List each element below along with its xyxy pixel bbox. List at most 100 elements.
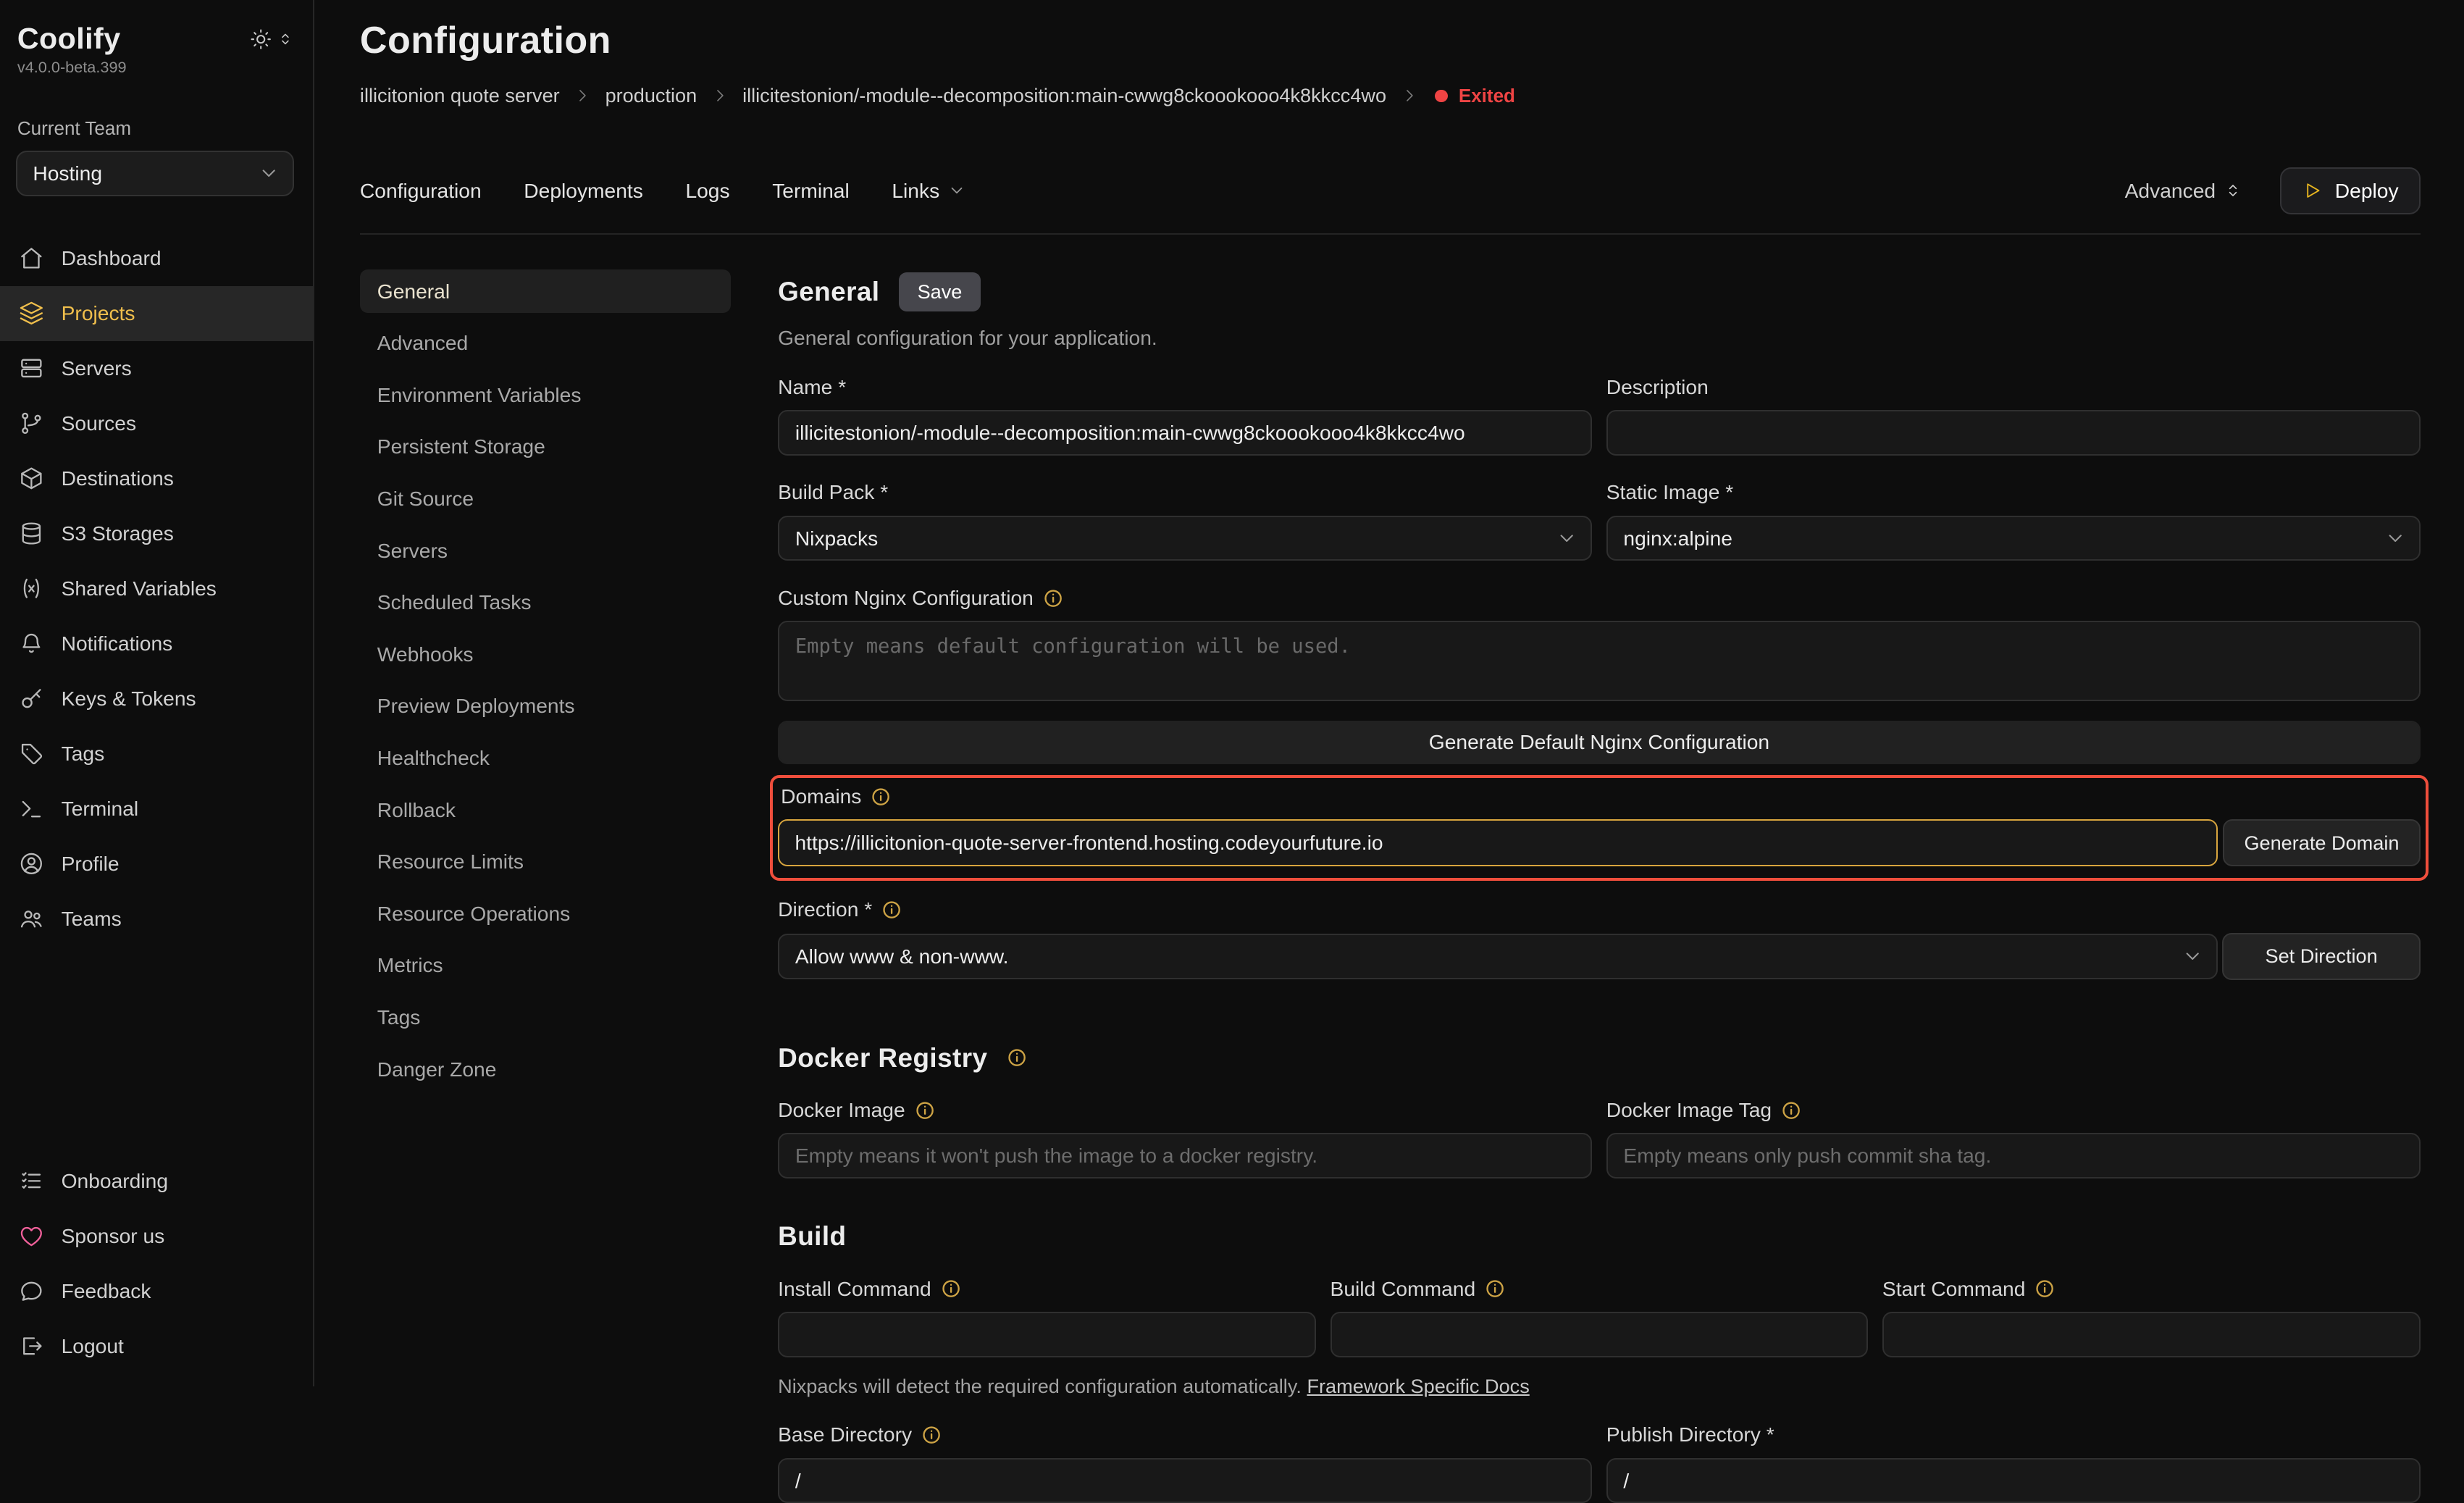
brand-row: Coolify xyxy=(0,22,313,56)
name-description-grid: Name * Description Build Pack * Nixpacks… xyxy=(778,350,2421,561)
domains-highlight-box: Domains Generate Domain xyxy=(770,775,2428,880)
nginx-config-textarea[interactable] xyxy=(778,621,2421,701)
general-form: General Save General configuration for y… xyxy=(778,269,2421,1386)
info-icon[interactable] xyxy=(941,1278,961,1299)
page-title: Configuration xyxy=(360,19,2421,62)
sidebar-item-terminal[interactable]: Terminal xyxy=(0,781,313,836)
static-image-select[interactable]: nginx:alpine xyxy=(1606,516,2421,561)
sidebar-item-onboarding[interactable]: Onboarding xyxy=(0,1154,313,1209)
sidebar-item-tags[interactable]: Tags xyxy=(0,726,313,781)
generate-nginx-button[interactable]: Generate Default Nginx Configuration xyxy=(778,721,2421,765)
generate-domain-button[interactable]: Generate Domain xyxy=(2223,819,2421,866)
breadcrumb-application[interactable]: illicitestonion/-module--decomposition:m… xyxy=(742,84,1386,107)
save-button[interactable]: Save xyxy=(899,272,981,311)
chevron-right-icon xyxy=(574,87,591,104)
sidebar-item-profile[interactable]: Profile xyxy=(0,836,313,891)
sidebar-item-feedback[interactable]: Feedback xyxy=(0,1264,313,1319)
name-input[interactable] xyxy=(778,410,1592,456)
framework-docs-link[interactable]: Framework Specific Docs xyxy=(1307,1375,1529,1397)
info-icon[interactable] xyxy=(1485,1278,1505,1299)
team-select-value: Hosting xyxy=(33,162,102,185)
docker-image-tag-input[interactable] xyxy=(1606,1133,2421,1178)
subnav-item-preview-deployments[interactable]: Preview Deployments xyxy=(360,684,731,728)
install-command-label: Install Command xyxy=(778,1277,1316,1301)
advanced-toggle[interactable]: Advanced xyxy=(2125,179,2242,203)
subnav-item-general[interactable]: General xyxy=(360,269,731,314)
sidebar-item-sponsor[interactable]: Sponsor us xyxy=(0,1209,313,1264)
chevron-down-icon xyxy=(2182,945,2203,967)
subnav-item-advanced[interactable]: Advanced xyxy=(360,321,731,365)
chevron-up-down-icon xyxy=(277,30,294,48)
sidebar-item-label: Onboarding xyxy=(62,1169,168,1193)
user-circle-icon xyxy=(19,851,44,876)
info-icon[interactable] xyxy=(1781,1100,1801,1121)
sidebar-item-label: Projects xyxy=(62,301,135,325)
subnav-item-tags[interactable]: Tags xyxy=(360,995,731,1039)
build-pack-select[interactable]: Nixpacks xyxy=(778,516,1592,561)
tab-links-label: Links xyxy=(892,179,939,203)
subnav-item-resource-operations[interactable]: Resource Operations xyxy=(360,892,731,936)
sidebar-item-servers[interactable]: Servers xyxy=(0,341,313,396)
theme-switcher[interactable] xyxy=(250,28,294,50)
tab-deployments[interactable]: Deployments xyxy=(524,179,643,203)
description-input[interactable] xyxy=(1606,410,2421,456)
bell-icon xyxy=(19,631,44,656)
terminal-icon xyxy=(19,796,44,821)
sidebar-item-keys-tokens[interactable]: Keys & Tokens xyxy=(0,671,313,726)
deploy-button[interactable]: Deploy xyxy=(2280,167,2421,214)
name-label: Name * xyxy=(778,375,1592,399)
subnav-item-webhooks[interactable]: Webhooks xyxy=(360,632,731,677)
subnav-item-metrics[interactable]: Metrics xyxy=(360,943,731,987)
sidebar-item-dashboard[interactable]: Dashboard xyxy=(0,231,313,286)
team-select[interactable]: Hosting xyxy=(16,151,294,196)
domains-input[interactable] xyxy=(778,819,2218,866)
subnav-item-healthcheck[interactable]: Healthcheck xyxy=(360,736,731,780)
app-logo[interactable]: Coolify xyxy=(17,22,121,56)
breadcrumb-project[interactable]: illicitonion quote server xyxy=(360,84,560,107)
sidebar-item-destinations[interactable]: Destinations xyxy=(0,451,313,506)
chevron-down-icon xyxy=(1556,527,1577,549)
tab-links[interactable]: Links xyxy=(892,179,966,203)
info-icon[interactable] xyxy=(1043,588,1063,608)
subnav-item-git-source[interactable]: Git Source xyxy=(360,477,731,521)
sidebar-item-projects[interactable]: Projects xyxy=(0,286,313,341)
tab-terminal[interactable]: Terminal xyxy=(772,179,850,203)
info-icon[interactable] xyxy=(2035,1278,2055,1299)
breadcrumb-environment[interactable]: production xyxy=(605,84,697,107)
subnav-item-scheduled-tasks[interactable]: Scheduled Tasks xyxy=(360,580,731,624)
subnav-item-servers[interactable]: Servers xyxy=(360,529,731,573)
sidebar-item-logout[interactable]: Logout xyxy=(0,1319,313,1374)
advanced-label: Advanced xyxy=(2125,179,2216,203)
sidebar-item-notifications[interactable]: Notifications xyxy=(0,616,313,671)
docker-image-input[interactable] xyxy=(778,1133,1592,1178)
info-icon[interactable] xyxy=(921,1425,942,1445)
heart-icon xyxy=(19,1223,44,1249)
tab-configuration[interactable]: Configuration xyxy=(360,179,482,203)
domains-row: Generate Domain xyxy=(778,819,2421,866)
start-command-input[interactable] xyxy=(1882,1312,2421,1357)
subnav-item-environment-variables[interactable]: Environment Variables xyxy=(360,373,731,417)
build-command-label: Build Command xyxy=(1331,1277,1869,1301)
info-icon[interactable] xyxy=(871,787,891,807)
install-command-field-group: Install Command xyxy=(778,1252,1316,1357)
sidebar-item-teams[interactable]: Teams xyxy=(0,891,313,946)
subnav-item-danger-zone[interactable]: Danger Zone xyxy=(360,1047,731,1092)
direction-select[interactable]: Allow www & non-www. xyxy=(778,934,2218,979)
sidebar-item-sources[interactable]: Sources xyxy=(0,396,313,451)
subnav-item-persistent-storage[interactable]: Persistent Storage xyxy=(360,425,731,469)
subnav-item-resource-limits[interactable]: Resource Limits xyxy=(360,840,731,884)
logout-icon xyxy=(19,1334,44,1359)
base-directory-input[interactable] xyxy=(778,1458,1592,1503)
sidebar-item-s3-storages[interactable]: S3 Storages xyxy=(0,506,313,561)
info-icon[interactable] xyxy=(915,1100,935,1121)
subnav-item-rollback[interactable]: Rollback xyxy=(360,788,731,832)
publish-directory-input[interactable] xyxy=(1606,1458,2421,1503)
build-command-input[interactable] xyxy=(1331,1312,1869,1357)
info-icon[interactable] xyxy=(881,900,902,920)
sidebar-item-shared-variables[interactable]: Shared Variables xyxy=(0,561,313,616)
tab-logs[interactable]: Logs xyxy=(685,179,729,203)
install-command-input[interactable] xyxy=(778,1312,1316,1357)
set-direction-button[interactable]: Set Direction xyxy=(2222,933,2420,980)
sidebar-spacer xyxy=(0,946,313,1154)
info-icon[interactable] xyxy=(1007,1047,1027,1068)
